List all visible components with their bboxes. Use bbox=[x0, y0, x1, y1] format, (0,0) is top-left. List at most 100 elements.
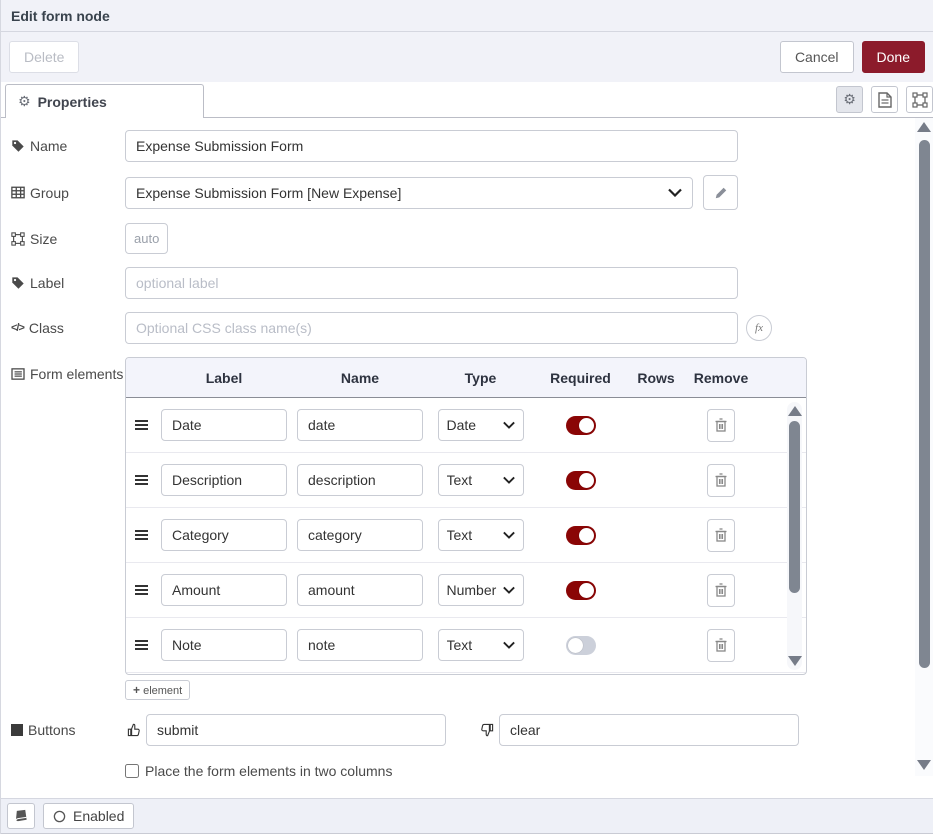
element-name-input[interactable] bbox=[297, 574, 423, 606]
buttons-row: Buttons bbox=[11, 714, 933, 746]
form-elements-table: Label Name Type Required Rows Remove bbox=[125, 357, 807, 675]
table-icon bbox=[11, 186, 25, 199]
book-icon bbox=[14, 809, 29, 823]
submit-button-label-input[interactable] bbox=[146, 714, 446, 746]
required-toggle[interactable] bbox=[566, 416, 596, 435]
scroll-down-arrow[interactable] bbox=[788, 656, 802, 666]
buttons-label: Buttons bbox=[11, 721, 125, 739]
remove-element-button[interactable] bbox=[707, 409, 735, 442]
fx-button[interactable]: fx bbox=[746, 315, 772, 341]
done-button[interactable]: Done bbox=[862, 41, 925, 73]
status-circle-icon bbox=[53, 810, 66, 823]
element-name-input[interactable] bbox=[297, 519, 423, 551]
col-header-required: Required bbox=[533, 370, 628, 386]
element-type-select[interactable]: Number bbox=[438, 574, 524, 606]
plus-icon: + bbox=[133, 683, 140, 697]
table-row: Text bbox=[126, 508, 806, 563]
element-label-input[interactable] bbox=[161, 409, 287, 441]
drag-handle[interactable] bbox=[126, 585, 156, 595]
element-name-input[interactable] bbox=[297, 464, 423, 496]
size-label: Size bbox=[11, 230, 125, 248]
scrollbar-thumb[interactable] bbox=[789, 421, 800, 593]
scroll-up-arrow[interactable] bbox=[788, 406, 802, 416]
table-scrollbar[interactable] bbox=[787, 402, 802, 670]
scrollbar-thumb[interactable] bbox=[919, 140, 930, 668]
trash-icon bbox=[715, 528, 727, 542]
delete-button[interactable]: Delete bbox=[9, 41, 79, 73]
required-toggle[interactable] bbox=[566, 471, 596, 490]
col-header-type: Type bbox=[428, 370, 533, 386]
drag-handle[interactable] bbox=[126, 475, 156, 485]
class-label: </> Class bbox=[11, 319, 125, 337]
table-row: Text bbox=[126, 618, 806, 673]
element-name-input[interactable] bbox=[297, 409, 423, 441]
two-columns-label: Place the form elements in two columns bbox=[145, 763, 392, 779]
toggle-knob bbox=[579, 418, 594, 433]
remove-element-button[interactable] bbox=[707, 574, 735, 607]
chevron-down-icon bbox=[668, 188, 682, 197]
name-input[interactable] bbox=[125, 130, 738, 162]
dialog-header: Edit form node bbox=[1, 0, 933, 32]
size-auto-button[interactable]: auto bbox=[125, 223, 168, 254]
remove-element-button[interactable] bbox=[707, 629, 735, 662]
code-icon: </> bbox=[11, 319, 24, 337]
description-doc-button[interactable] bbox=[871, 86, 898, 113]
group-select[interactable]: Expense Submission Form [New Expense] bbox=[125, 177, 693, 209]
table-row: Date bbox=[126, 398, 806, 453]
node-help-button[interactable] bbox=[7, 803, 35, 829]
toggle-knob bbox=[579, 473, 594, 488]
trash-icon bbox=[715, 638, 727, 652]
scroll-up-arrow[interactable] bbox=[917, 122, 931, 132]
tab-properties[interactable]: ⚙ Properties bbox=[5, 84, 204, 118]
scroll-down-arrow[interactable] bbox=[917, 760, 931, 770]
col-header-remove: Remove bbox=[684, 370, 758, 386]
toggle-knob bbox=[579, 583, 594, 598]
thumbs-up-icon bbox=[125, 722, 143, 738]
chevron-down-icon bbox=[503, 531, 515, 539]
clear-button-label-input[interactable] bbox=[499, 714, 799, 746]
element-label-input[interactable] bbox=[161, 464, 287, 496]
drag-handle[interactable] bbox=[126, 640, 156, 650]
enabled-toggle-button[interactable]: Enabled bbox=[43, 803, 134, 829]
chevron-down-icon bbox=[503, 476, 515, 484]
panel-scrollbar[interactable] bbox=[915, 118, 933, 776]
toggle-knob bbox=[568, 638, 583, 653]
edit-group-button[interactable] bbox=[703, 175, 738, 210]
fx-icon: fx bbox=[755, 322, 763, 334]
document-icon bbox=[878, 92, 892, 108]
element-label-input[interactable] bbox=[161, 574, 287, 606]
col-header-rows: Rows bbox=[628, 370, 684, 386]
required-toggle[interactable] bbox=[566, 581, 596, 600]
tab-properties-label: Properties bbox=[38, 94, 107, 110]
drag-handle[interactable] bbox=[126, 420, 156, 430]
element-type-select[interactable]: Date bbox=[438, 409, 524, 441]
gear-icon: ⚙ bbox=[18, 94, 31, 110]
remove-element-button[interactable] bbox=[707, 519, 735, 552]
appearance-button[interactable] bbox=[906, 86, 933, 113]
remove-element-button[interactable] bbox=[707, 464, 735, 497]
clear-group bbox=[478, 714, 799, 746]
element-label-input[interactable] bbox=[161, 629, 287, 661]
tabbar-icon-buttons: ⚙ bbox=[836, 86, 933, 113]
element-label-input[interactable] bbox=[161, 519, 287, 551]
properties-gear-button[interactable]: ⚙ bbox=[836, 86, 863, 113]
square-icon bbox=[11, 724, 23, 736]
required-toggle[interactable] bbox=[566, 636, 596, 655]
trash-icon bbox=[715, 583, 727, 597]
element-type-select[interactable]: Text bbox=[438, 464, 524, 496]
toggle-knob bbox=[579, 528, 594, 543]
label-input[interactable] bbox=[125, 267, 738, 299]
tab-bar: ⚙ Properties ⚙ bbox=[1, 82, 933, 118]
table-body: Date Text bbox=[126, 398, 806, 674]
tag-icon bbox=[11, 276, 25, 290]
element-name-input[interactable] bbox=[297, 629, 423, 661]
class-input[interactable] bbox=[125, 312, 738, 344]
required-toggle[interactable] bbox=[566, 526, 596, 545]
drag-handle[interactable] bbox=[126, 530, 156, 540]
add-element-button[interactable]: + element bbox=[125, 680, 190, 700]
table-row: Text bbox=[126, 453, 806, 508]
element-type-select[interactable]: Text bbox=[438, 519, 524, 551]
cancel-button[interactable]: Cancel bbox=[780, 41, 854, 73]
two-columns-checkbox[interactable] bbox=[125, 764, 139, 778]
element-type-select[interactable]: Text bbox=[438, 629, 524, 661]
